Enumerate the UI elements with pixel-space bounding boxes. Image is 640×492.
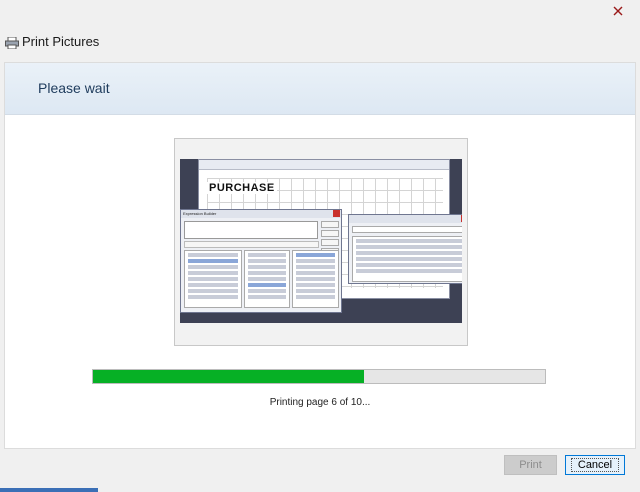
taskbar-edge bbox=[0, 488, 98, 492]
preview-property-sheet bbox=[348, 214, 462, 284]
header-band: Please wait bbox=[5, 63, 635, 115]
close-icon bbox=[613, 6, 622, 16]
content-panel: Please wait PURCHASE Expression Builder bbox=[4, 62, 636, 448]
preview-screenshot: PURCHASE Expression Builder bbox=[180, 159, 462, 323]
title-bar: Print Pictures bbox=[0, 0, 640, 62]
print-button-label: Print bbox=[519, 459, 542, 471]
picture-preview: PURCHASE Expression Builder bbox=[174, 138, 468, 346]
close-button[interactable] bbox=[600, 0, 635, 22]
progress-bar-fill bbox=[93, 370, 365, 383]
print-button[interactable]: Print bbox=[504, 455, 557, 475]
cancel-button-label: Cancel bbox=[570, 458, 620, 472]
window-title: Print Pictures bbox=[22, 34, 100, 49]
progress-bar bbox=[92, 369, 546, 384]
printer-icon bbox=[5, 37, 19, 49]
page-title: Please wait bbox=[38, 80, 110, 96]
print-pictures-window: Print Pictures Please wait PURCHASE Expr… bbox=[0, 0, 640, 492]
preview-form-title: PURCHASE bbox=[207, 182, 277, 194]
preview-expression-builder: Expression Builder bbox=[180, 209, 342, 313]
preview-dialog-title: Expression Builder bbox=[181, 210, 341, 218]
status-text: Printing page 6 of 10... bbox=[269, 397, 371, 408]
cancel-button[interactable]: Cancel bbox=[565, 455, 625, 475]
